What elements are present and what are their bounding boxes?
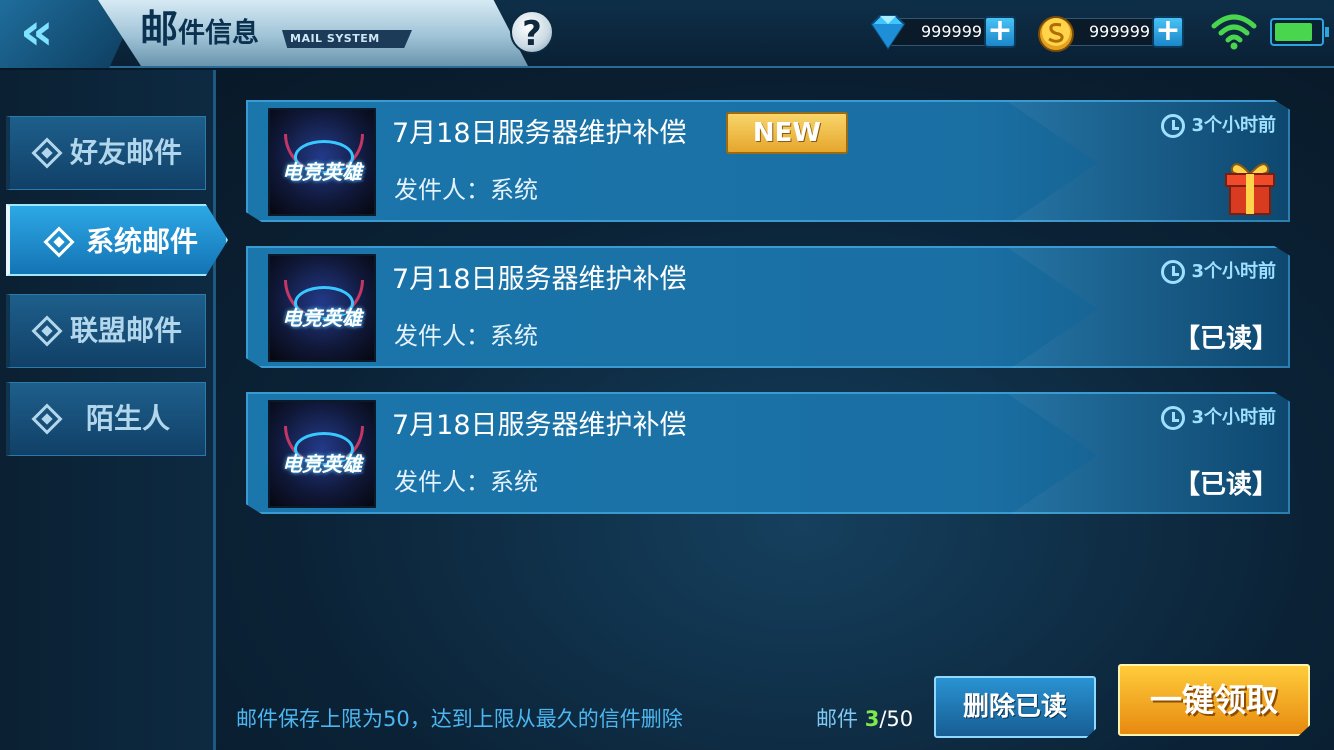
mail-sender: 发件人：系统 bbox=[394, 468, 538, 496]
page-subtitle: MAIL SYSTEM bbox=[282, 30, 412, 48]
gold-coin-icon bbox=[1038, 16, 1074, 52]
mail-time: 3个小时前 bbox=[1161, 258, 1276, 286]
page-title-rest: 件信息 bbox=[178, 18, 260, 49]
battery-nub bbox=[1325, 27, 1329, 37]
mail-count-total: /50 bbox=[879, 707, 914, 731]
back-chevron-icon: « bbox=[20, 2, 53, 62]
sidebar-item-strangers[interactable]: 陌生人 bbox=[6, 382, 206, 456]
page-title: 邮件信息 bbox=[140, 6, 259, 57]
battery-level bbox=[1275, 23, 1312, 41]
clock-icon bbox=[1161, 406, 1186, 430]
mail-sender: 发件人：系统 bbox=[394, 176, 538, 204]
page-title-first-char: 邮 bbox=[140, 7, 179, 51]
mail-limit-note: 邮件保存上限为50，达到上限从最久的信件删除 bbox=[236, 707, 683, 731]
mail-title: 7月18日服务器维护补偿 bbox=[392, 118, 687, 149]
diamond-icon bbox=[870, 15, 906, 50]
sidebar: 好友邮件 系统邮件 联盟邮件 陌生人 bbox=[0, 70, 228, 750]
sidebar-item-friends[interactable]: 好友邮件 bbox=[6, 116, 206, 190]
mail-time-text: 3个小时前 bbox=[1191, 261, 1276, 282]
read-status: 【已读】 bbox=[1173, 324, 1278, 354]
mail-time-text: 3个小时前 bbox=[1191, 407, 1276, 428]
mail-time-text: 3个小时前 bbox=[1191, 115, 1276, 136]
mail-title: 7月18日服务器维护补偿 bbox=[392, 410, 687, 441]
battery-icon bbox=[1270, 18, 1329, 46]
clock-icon bbox=[1161, 260, 1186, 284]
top-bar: « 邮件信息 MAIL SYSTEM ? 999999 + 999999 + bbox=[0, 0, 1334, 68]
sidebar-item-label: 陌生人 bbox=[86, 402, 171, 435]
gift-icon[interactable] bbox=[1222, 156, 1278, 216]
delete-read-button[interactable]: 删除已读 bbox=[934, 676, 1096, 738]
mail-count-current: 3 bbox=[864, 707, 880, 731]
mail-title: 7月18日服务器维护补偿 bbox=[392, 264, 687, 295]
sidebar-item-label: 系统邮件 bbox=[86, 225, 199, 258]
sidebar-item-system[interactable]: 系统邮件 bbox=[6, 204, 228, 276]
sidebar-item-label: 联盟邮件 bbox=[70, 314, 183, 347]
mail-sender-logo: 电竞英雄 bbox=[268, 254, 376, 362]
read-status: 【已读】 bbox=[1173, 470, 1278, 500]
diamond-bullet-icon bbox=[31, 315, 63, 347]
sidebar-item-label: 好友邮件 bbox=[70, 136, 183, 169]
diamond-currency: 999999 + bbox=[866, 15, 1020, 50]
mail-time: 3个小时前 bbox=[1161, 404, 1276, 432]
sidebar-item-alliance[interactable]: 联盟邮件 bbox=[6, 294, 206, 368]
mail-count: 邮件 3/50 bbox=[816, 704, 913, 734]
mail-count-label: 邮件 bbox=[816, 707, 865, 731]
logo-text: 电竞英雄 bbox=[282, 306, 362, 330]
claim-all-button[interactable]: 一键领取 bbox=[1118, 664, 1310, 736]
add-diamond-button[interactable]: + bbox=[984, 16, 1016, 48]
help-icon[interactable]: ? bbox=[510, 10, 554, 54]
mail-sender-logo: 电竞英雄 bbox=[268, 108, 376, 216]
diamond-bullet-icon bbox=[31, 403, 63, 435]
logo-text: 电竞英雄 bbox=[282, 160, 362, 184]
mail-item[interactable]: 电竞英雄 7月18日服务器维护补偿 发件人：系统 3个小时前 【已读】 bbox=[246, 246, 1290, 368]
logo-text: 电竞英雄 bbox=[282, 452, 362, 476]
mail-sender-logo: 电竞英雄 bbox=[268, 400, 376, 508]
wifi-icon bbox=[1211, 14, 1257, 50]
add-gold-button[interactable]: + bbox=[1152, 16, 1184, 48]
mail-time: 3个小时前 bbox=[1161, 112, 1276, 140]
clock-icon bbox=[1161, 114, 1186, 138]
mail-item[interactable]: 电竞英雄 7月18日服务器维护补偿 发件人：系统 3个小时前 【已读】 bbox=[246, 392, 1290, 514]
new-badge: NEW bbox=[726, 112, 848, 154]
gold-currency: 999999 + bbox=[1034, 16, 1188, 52]
mail-item[interactable]: 电竞英雄 7月18日服务器维护补偿 NEW 发件人：系统 3个小时前 bbox=[246, 100, 1290, 222]
diamond-bullet-icon bbox=[31, 137, 63, 169]
mail-sender: 发件人：系统 bbox=[394, 322, 538, 350]
